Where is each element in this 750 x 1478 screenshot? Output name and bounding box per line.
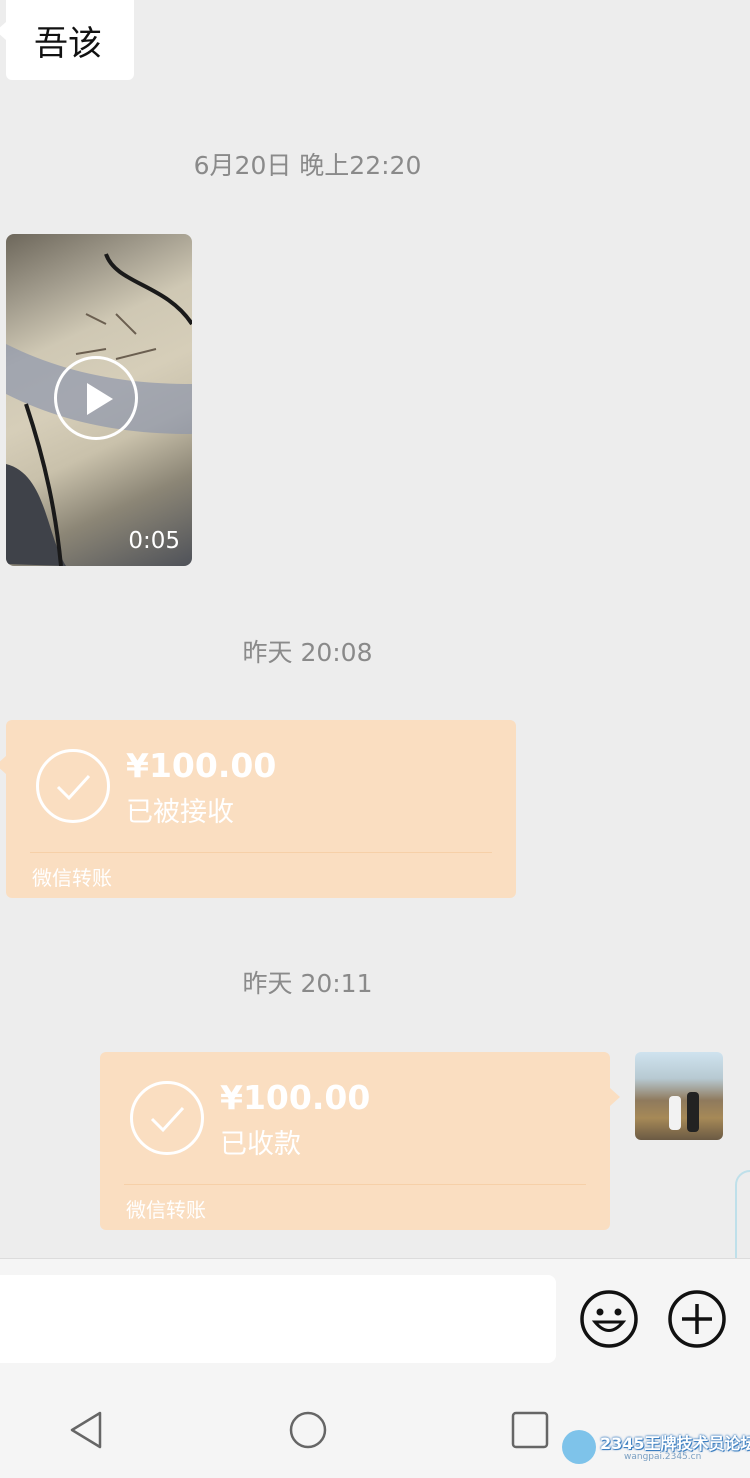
watermark-brand: 2345王牌技术员论坛 xyxy=(600,1434,750,1453)
transfer-amount: ¥100.00 xyxy=(220,1078,371,1117)
avatar[interactable] xyxy=(635,1052,723,1140)
transfer-status: 已收款 xyxy=(220,1129,301,1160)
emoji-button[interactable] xyxy=(579,1289,639,1349)
timestamp: 昨天 20:08 xyxy=(242,638,373,667)
avatar-figure xyxy=(687,1092,699,1132)
check-circle-icon xyxy=(130,1081,204,1155)
message-text: 吾该 xyxy=(34,24,102,64)
play-icon xyxy=(87,383,113,415)
incoming-text-bubble[interactable]: 吾该 xyxy=(0,0,134,80)
recents-button[interactable] xyxy=(510,1410,550,1450)
divider xyxy=(30,852,492,853)
timestamp: 昨天 20:11 xyxy=(242,969,373,998)
avatar-figure xyxy=(669,1096,681,1130)
plus-circle-icon xyxy=(668,1290,726,1348)
timestamp: 6月20日 晚上22:20 xyxy=(193,151,422,180)
message-input[interactable] xyxy=(0,1275,556,1363)
mascot-logo-icon xyxy=(562,1430,596,1464)
triangle-back-icon xyxy=(70,1411,102,1449)
more-button[interactable] xyxy=(667,1289,727,1349)
home-button[interactable] xyxy=(288,1410,328,1450)
back-button[interactable] xyxy=(66,1410,106,1450)
smiley-icon xyxy=(580,1290,638,1348)
play-button[interactable] xyxy=(54,356,138,440)
transfer-amount: ¥100.00 xyxy=(126,746,277,785)
transfer-label: 微信转账 xyxy=(126,1198,206,1222)
transfer-card-sent[interactable]: ¥100.00 已收款 微信转账 xyxy=(100,1052,620,1230)
circle-home-icon xyxy=(289,1411,327,1449)
divider xyxy=(124,1184,586,1185)
input-bar xyxy=(0,1258,750,1378)
watermark-site: wangpai.2345.cn xyxy=(624,1452,702,1462)
check-circle-icon xyxy=(36,749,110,823)
transfer-card-received[interactable]: ¥100.00 已被接收 微信转账 xyxy=(0,720,516,898)
watermark: 2345王牌技术员论坛 wangpai.2345.cn xyxy=(560,1428,750,1472)
chat-area[interactable]: 吾该 6月20日 晚上22:20 0:05 昨天 20:08 ¥100.00 已… xyxy=(0,0,750,1320)
transfer-label: 微信转账 xyxy=(32,866,112,890)
video-duration: 0:05 xyxy=(128,528,180,554)
video-message[interactable]: 0:05 xyxy=(6,234,192,566)
transfer-status: 已被接收 xyxy=(126,797,234,828)
square-recents-icon xyxy=(511,1411,549,1449)
